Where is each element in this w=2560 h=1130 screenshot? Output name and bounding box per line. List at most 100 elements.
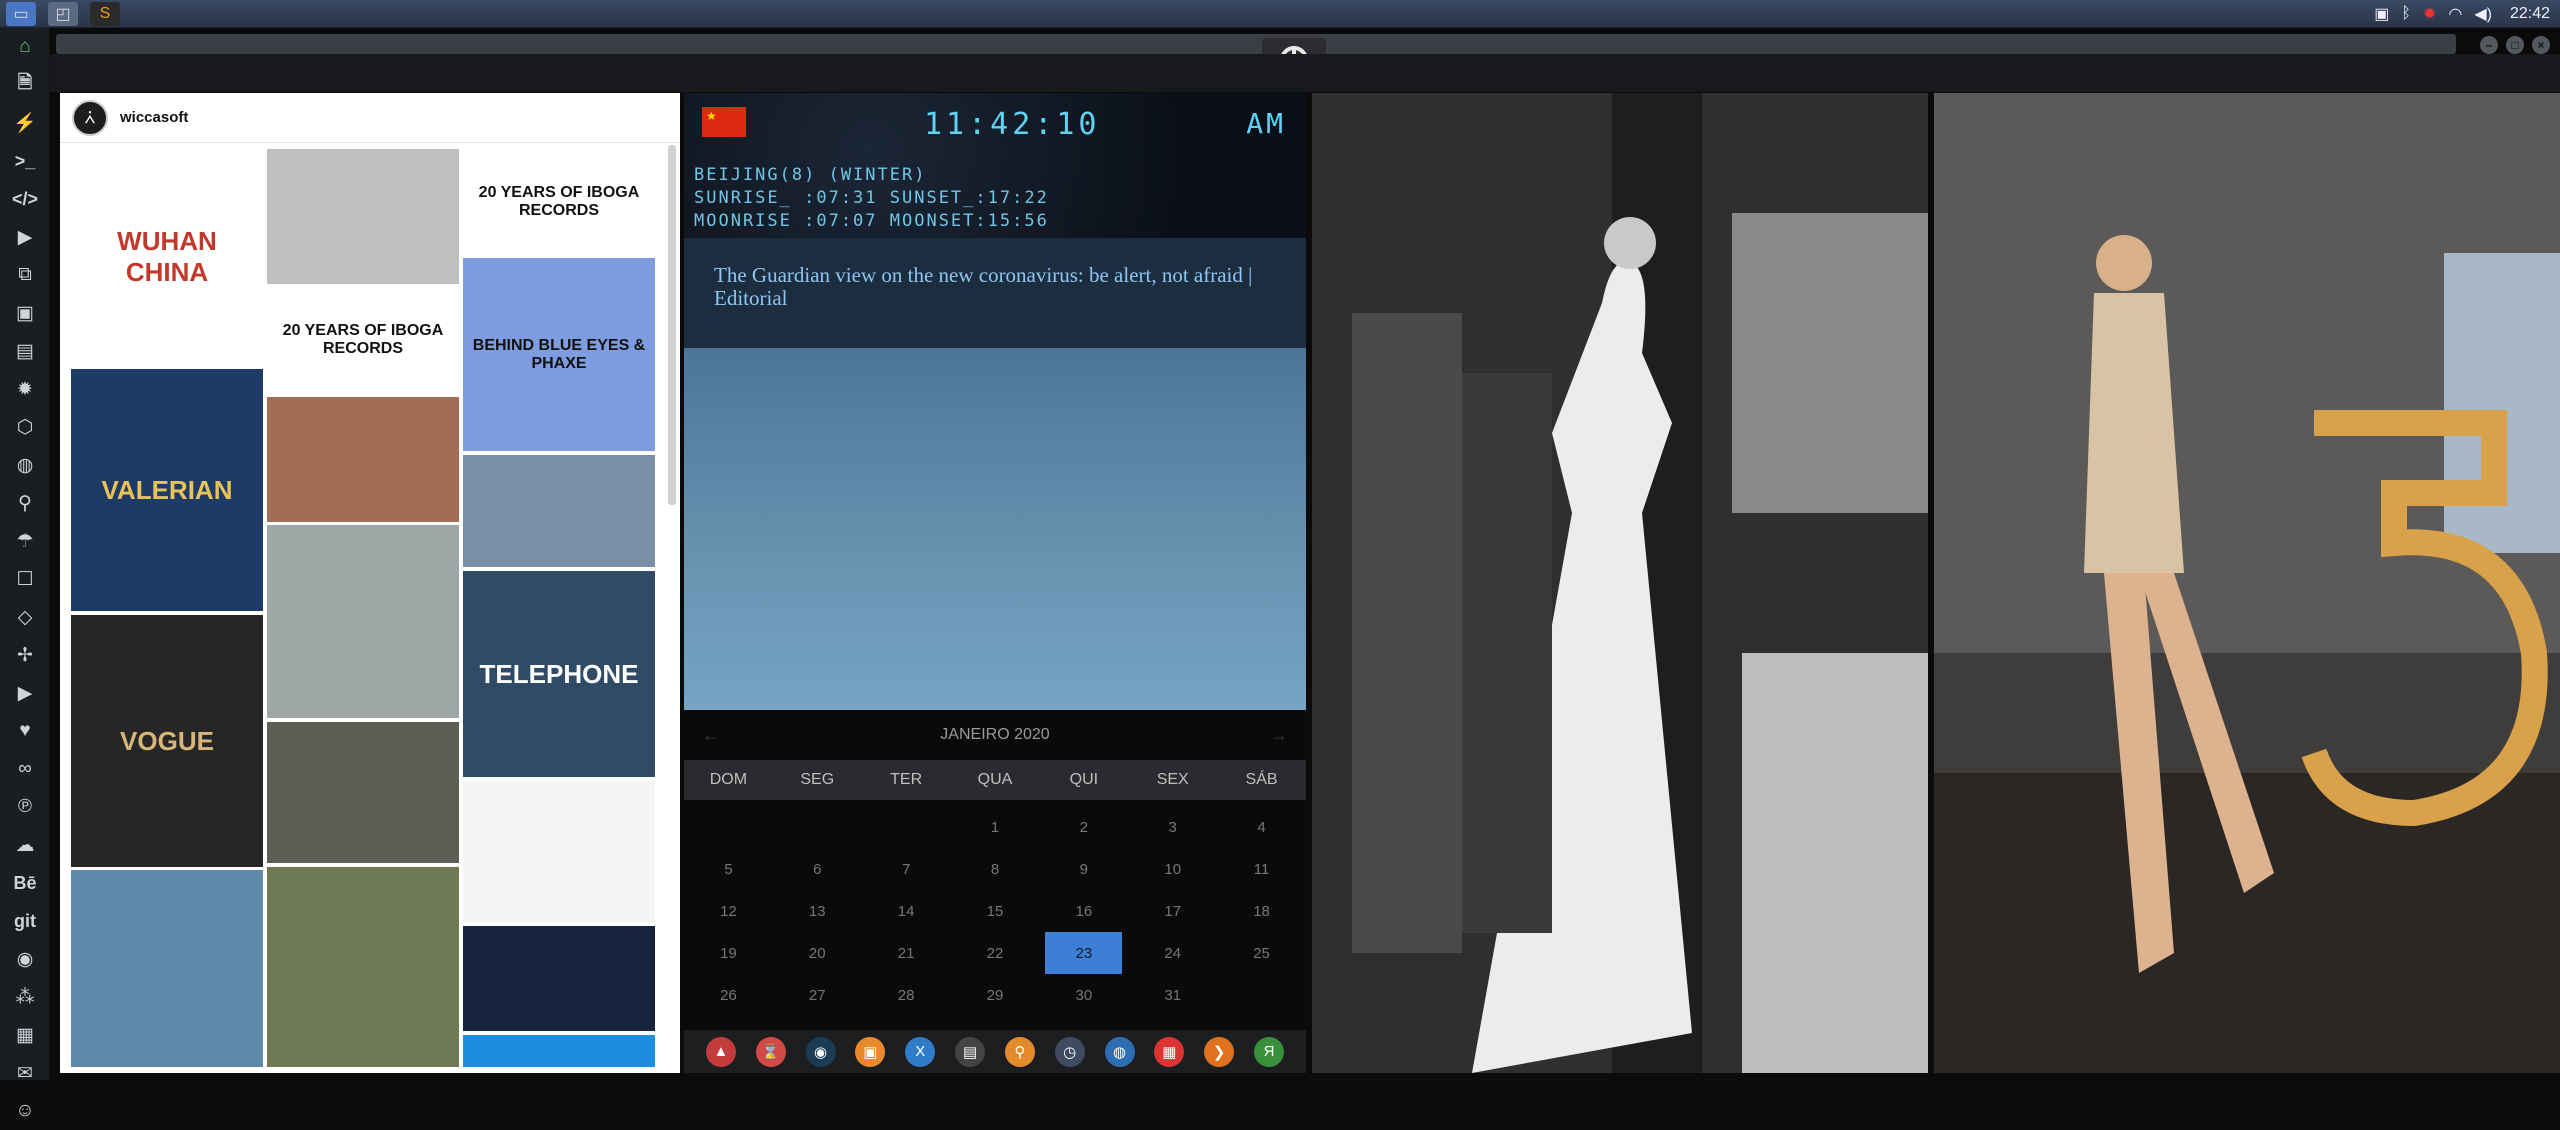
wifi-icon[interactable]: ◠ [2448,4,2462,24]
code-icon[interactable]: </> [0,180,50,218]
search-icon[interactable]: ⚲ [0,484,50,522]
behance-icon[interactable]: Bē [0,864,50,902]
news-headline[interactable]: The Guardian view on the new coronavirus… [684,238,1306,348]
calendar-day[interactable]: 12 [684,890,773,932]
news-icon[interactable]: ▤ [0,332,50,370]
search-app-icon[interactable]: ⚲ [1004,1036,1035,1067]
bluetooth-icon[interactable]: ᛒ [2401,5,2411,23]
calendar-app-icon[interactable]: ▦ [1154,1036,1185,1067]
document-icon[interactable]: 🗎 [0,66,50,104]
username[interactable]: wiccasoft [120,109,188,126]
calendar-day[interactable]: 4 [1217,806,1306,848]
calendar-day[interactable]: 13 [773,890,862,932]
iboga-records-post-1[interactable]: 20 YEARS OF IBOGA RECORDS [462,148,656,255]
cluster-icon[interactable]: ⁂ [0,978,50,1016]
translate-icon[interactable]: ⧉ [0,256,50,294]
heart-icon[interactable]: ♥ [0,712,50,750]
image-icon[interactable]: ▣ [0,294,50,332]
calendar-day[interactable]: 19 [684,932,773,974]
calendar-day[interactable]: 16 [1039,890,1128,932]
puzzle-icon[interactable]: ✢ [0,636,50,674]
calendar-day[interactable]: 10 [1128,848,1217,890]
hourglass-app-icon[interactable]: ⌛ [755,1036,786,1067]
prev-month-button[interactable]: ← [702,725,720,746]
address-bar[interactable] [56,34,2456,54]
calendar-day[interactable]: 5 [684,848,773,890]
calendar-day[interactable]: 30 [1039,974,1128,1016]
couple-motorbike-post[interactable] [266,721,460,864]
calendar-day[interactable]: 22 [951,932,1040,974]
hexagon-icon[interactable]: ⬡ [0,408,50,446]
calendar-day[interactable]: 11 [1217,848,1306,890]
play-icon[interactable]: ▶ [0,218,50,256]
calendar-day[interactable]: 1 [951,806,1040,848]
globe-app-icon[interactable]: ◉ [805,1036,836,1067]
motorcycle-rider-post[interactable] [70,869,264,1068]
terminal-icon[interactable]: >_ [0,142,50,180]
calendar-day[interactable]: 14 [862,890,951,932]
iboga-records-post-2[interactable]: 20 YEARS OF IBOGA RECORDS [266,286,460,393]
sublime-taskbar-icon[interactable]: S [90,2,120,26]
map-icon[interactable]: ▦ [0,1016,50,1054]
mail-icon[interactable]: ✉ [0,1054,50,1092]
maximize-icon[interactable]: □ [2506,36,2524,54]
calendar-day[interactable]: 15 [951,890,1040,932]
home-icon[interactable]: ⌂ [0,28,50,66]
telephone-booth-post[interactable]: TELEPHONE [462,570,656,778]
sublime-app-icon[interactable]: ❯ [1204,1036,1235,1067]
cloud-icon[interactable]: ☁ [0,826,50,864]
umbrella-icon[interactable]: ☂ [0,522,50,560]
gantt-chart-post[interactable] [462,780,656,923]
world-app-icon[interactable]: ◍ [1104,1036,1135,1067]
scrollbar[interactable] [668,145,676,505]
blue-screen-post[interactable] [462,1034,656,1068]
calendar-day[interactable]: 28 [862,974,951,1016]
avatar[interactable]: ⩑ [72,99,108,136]
app-switcher-icon[interactable]: ◰ [48,2,78,26]
yandex-app-icon[interactable]: Я [1254,1036,1285,1067]
next-month-button[interactable]: → [1270,725,1288,746]
red-settings-icon[interactable]: ✹ [2423,4,2436,24]
yellow-balloon-post[interactable] [266,524,460,719]
excel-app-icon[interactable]: X [905,1036,936,1067]
volume-icon[interactable]: ◀) [2474,4,2492,24]
wuhan-china-post[interactable]: WUHAN CHINA [70,148,264,366]
chopper-ride-post[interactable] [266,866,460,1068]
calendar-day-today[interactable]: 23 [1045,932,1123,974]
globe-icon[interactable]: ◍ [0,446,50,484]
settings-icon[interactable]: ✹ [0,370,50,408]
calendar-day[interactable]: 29 [951,974,1040,1016]
close-icon[interactable]: × [2532,36,2550,54]
bolt-icon[interactable]: ⚡ [0,104,50,142]
file-manager-icon[interactable]: ▭ [6,2,36,26]
minimize-icon[interactable]: – [2480,36,2498,54]
calendar-day[interactable]: 31 [1128,974,1217,1016]
terminal-app-icon[interactable]: ▤ [955,1036,986,1067]
link-icon[interactable]: ∞ [0,750,50,788]
calendar-day[interactable]: 27 [773,974,862,1016]
behind-blue-eyes-post[interactable]: BEHIND BLUE EYES & PHAXE [462,257,656,452]
valerian-bluray-post[interactable]: VALERIAN [70,368,264,612]
calendar-day[interactable]: 21 [862,932,951,974]
calendar-day[interactable]: 26 [684,974,773,1016]
suited-men-post[interactable] [462,454,656,568]
youtube-icon[interactable]: ▶ [0,674,50,712]
calendar-day[interactable]: 20 [773,932,862,974]
rocket-app-icon[interactable]: ▲ [705,1036,736,1067]
coronavirus-microscope-post[interactable] [266,148,460,285]
github-icon[interactable]: ◉ [0,940,50,978]
photos-app-icon[interactable]: ▣ [855,1036,886,1067]
photo-icon[interactable]: ▣ [2374,4,2389,24]
chat-icon[interactable]: ☺ [0,1092,50,1130]
clock-app-icon[interactable]: ◷ [1054,1036,1085,1067]
calendar-day[interactable]: 7 [862,848,951,890]
calendar-day[interactable]: 25 [1217,932,1306,974]
git-icon[interactable]: git [0,902,50,940]
calendar-day[interactable]: 3 [1128,806,1217,848]
calendar-day[interactable]: 24 [1128,932,1217,974]
calendar-day[interactable]: 6 [773,848,862,890]
calendar-day[interactable]: 8 [951,848,1040,890]
night-sky-post[interactable] [462,925,656,1032]
calendar-day[interactable]: 17 [1128,890,1217,932]
system-clock[interactable]: 22:42 [2510,5,2550,23]
